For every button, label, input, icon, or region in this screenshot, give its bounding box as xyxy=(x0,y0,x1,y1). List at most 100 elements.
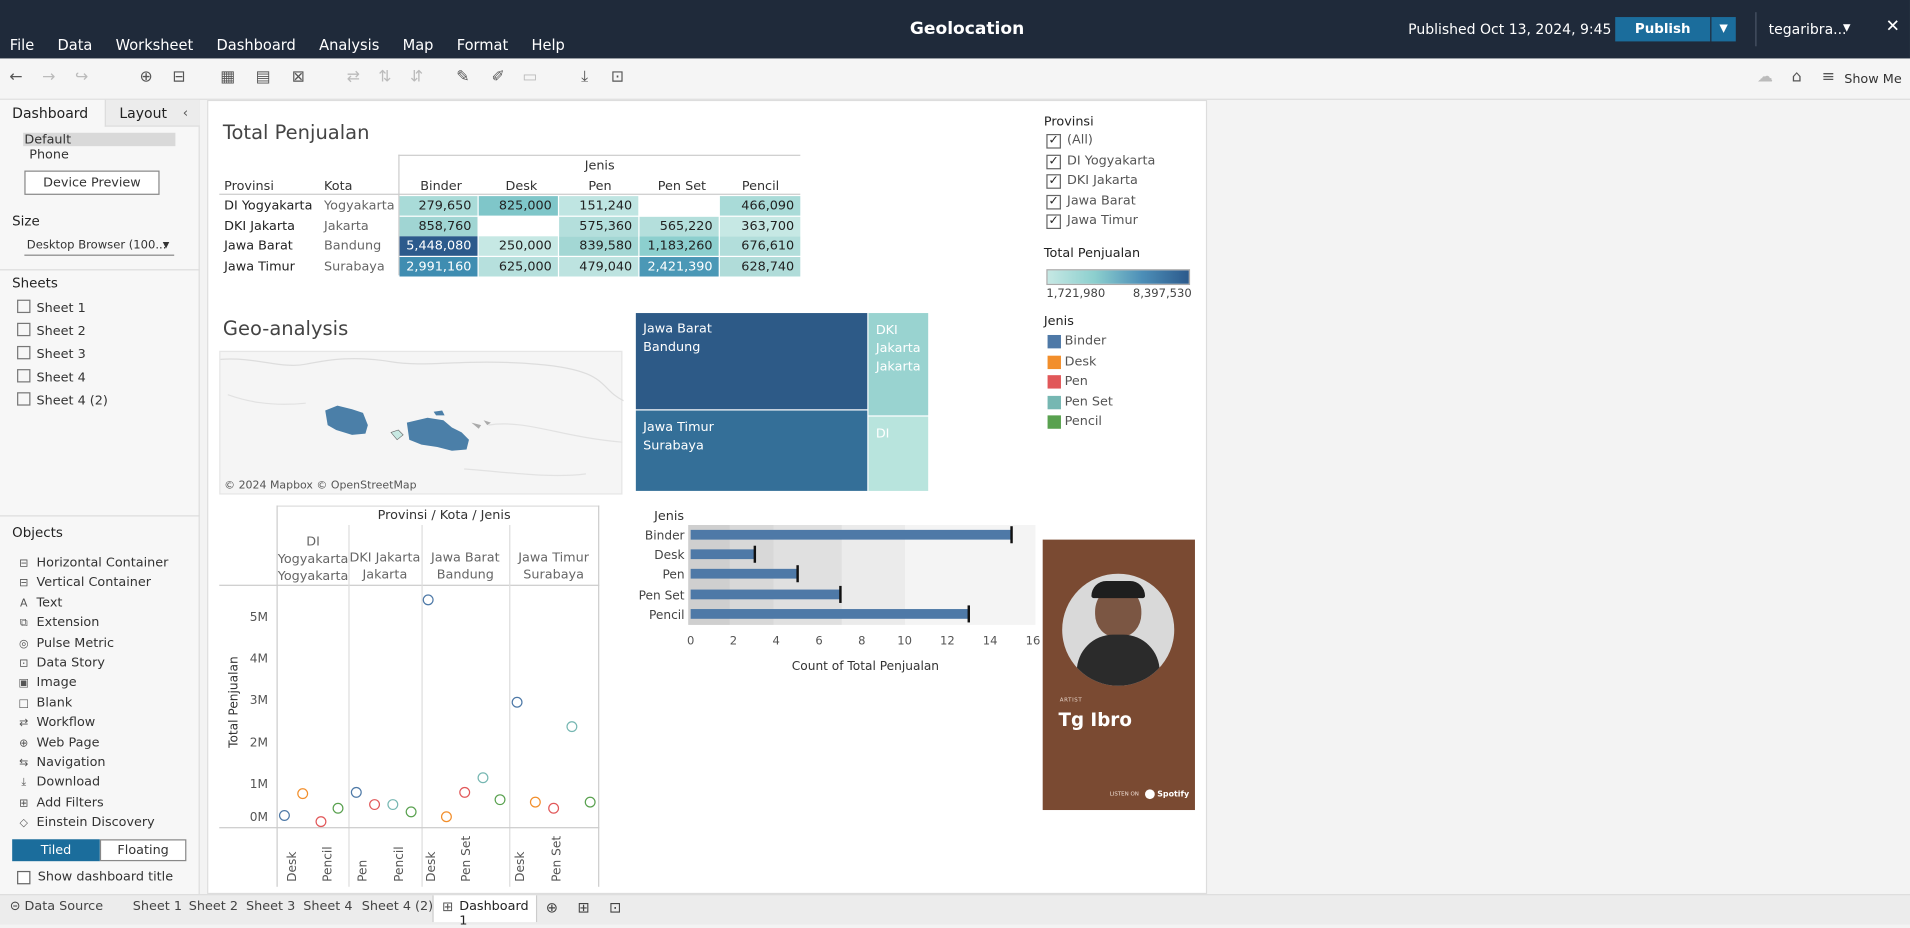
bar[interactable] xyxy=(690,568,798,579)
pause-updates-icon[interactable]: ⊟ xyxy=(168,67,190,89)
table-cell[interactable]: 479,040 xyxy=(559,256,639,276)
format-icon[interactable]: ✐ xyxy=(487,67,509,89)
legend-label[interactable]: Desk xyxy=(1065,354,1097,369)
clear-icon[interactable]: ⊠ xyxy=(287,67,309,89)
scatter-point[interactable] xyxy=(405,806,417,818)
duplicate-icon[interactable]: ▤ xyxy=(252,67,274,89)
filter-checkbox[interactable]: ✓ xyxy=(1046,214,1061,230)
scatter-point[interactable] xyxy=(440,811,452,823)
menu-file[interactable]: File xyxy=(10,37,34,54)
sheet-tab[interactable]: Sheet 3 xyxy=(246,899,295,914)
chevron-down-icon[interactable]: ▼ xyxy=(1843,22,1850,33)
legend-label[interactable]: Pen xyxy=(1065,374,1088,389)
object-item[interactable]: ◎ Pulse Metric xyxy=(17,635,114,650)
size-select[interactable]: Desktop Browser (100... ▼ xyxy=(24,238,175,256)
table-cell[interactable]: 279,650 xyxy=(399,196,478,216)
highlight-icon[interactable]: ✎ xyxy=(452,67,474,89)
table-cell[interactable]: 565,220 xyxy=(639,216,719,236)
table-cell[interactable] xyxy=(478,216,558,236)
user-menu[interactable]: tegaribra... xyxy=(1769,21,1847,38)
filter-checkbox[interactable]: ✓ xyxy=(1046,154,1061,169)
object-item[interactable]: ⧉ Extension xyxy=(17,615,100,630)
data-source-tab[interactable]: ⊝ Data Source xyxy=(10,899,103,914)
floating-button[interactable]: Floating xyxy=(99,839,187,862)
paint-icon[interactable]: ⌂ xyxy=(1786,67,1808,89)
sort-descending-icon[interactable]: ⇵ xyxy=(406,67,428,89)
object-item[interactable]: ⊟ Vertical Container xyxy=(17,575,151,590)
table-cell[interactable]: 628,740 xyxy=(719,256,801,276)
close-icon[interactable]: ✕ xyxy=(1886,17,1900,36)
cloud-icon[interactable]: ☁ xyxy=(1754,67,1776,89)
artist-card[interactable]: ARTIST Tg Ibro LISTEN ON Spotify xyxy=(1042,539,1195,811)
bar[interactable] xyxy=(690,609,969,619)
show-me-button[interactable]: Show Me xyxy=(1844,72,1901,87)
sheet-item[interactable]: Sheet 4 (2) xyxy=(17,392,108,408)
table-cell[interactable]: 625,000 xyxy=(478,256,558,276)
table-cell[interactable]: 575,360 xyxy=(559,216,639,236)
object-item[interactable]: ⤓ Download xyxy=(17,775,100,790)
sheet-item[interactable]: Sheet 4 xyxy=(17,369,86,385)
menu-map[interactable]: Map xyxy=(403,37,434,54)
menu-format[interactable]: Format xyxy=(457,37,509,54)
table-cell[interactable]: 825,000 xyxy=(478,196,558,216)
object-item[interactable]: □ Blank xyxy=(17,695,73,710)
scatter-point[interactable] xyxy=(584,796,596,808)
show-title-checkbox[interactable] xyxy=(17,870,31,885)
table-cell[interactable]: 5,448,080 xyxy=(399,236,478,256)
sheet-tab[interactable]: Sheet 4 (2) xyxy=(362,899,433,914)
scatter-point[interactable] xyxy=(387,799,399,811)
scatter-point[interactable] xyxy=(297,788,309,800)
scatter-point[interactable] xyxy=(477,772,489,784)
object-item[interactable]: ⊕ Web Page xyxy=(17,735,99,750)
sheet-tab[interactable]: Sheet 2 xyxy=(189,899,238,914)
sort-ascending-icon[interactable]: ⇅ xyxy=(374,67,396,89)
publish-dropdown[interactable]: ▼ xyxy=(1711,17,1736,42)
scatter-point[interactable] xyxy=(278,810,290,821)
treemap-cell[interactable]: Jawa Timur Surabaya xyxy=(635,410,868,491)
device-default[interactable]: Default xyxy=(24,133,71,148)
replay-icon[interactable]: ↪ xyxy=(71,67,93,89)
table-cell[interactable]: 250,000 xyxy=(478,236,558,256)
table-cell[interactable] xyxy=(639,196,719,216)
new-dashboard-icon[interactable]: ⊞ xyxy=(577,899,589,916)
scatter-point[interactable] xyxy=(494,794,506,806)
scatter-point[interactable] xyxy=(332,802,344,814)
treemap-cell[interactable]: DI xyxy=(868,416,929,491)
object-item[interactable]: A Text xyxy=(17,595,62,610)
table-cell[interactable]: 1,183,260 xyxy=(639,236,719,256)
undo-icon[interactable]: ← xyxy=(5,67,27,89)
scatter-point[interactable] xyxy=(529,796,541,808)
sheet-tab[interactable]: Sheet 4 xyxy=(303,899,352,914)
fit-icon[interactable]: ▭ xyxy=(519,67,541,89)
redo-icon[interactable]: → xyxy=(38,67,60,89)
device-preview-button[interactable]: Device Preview xyxy=(24,170,160,195)
sheet-item[interactable]: Sheet 1 xyxy=(17,299,86,315)
treemap-cell[interactable]: DKI Jakarta Jakarta xyxy=(868,313,929,416)
tab-layout[interactable]: Layout ‹ xyxy=(104,99,200,127)
menu-worksheet[interactable]: Worksheet xyxy=(116,37,194,54)
scatter-point[interactable] xyxy=(350,786,362,798)
new-worksheet-icon[interactable]: ▦ xyxy=(217,67,239,89)
table-cell[interactable]: 363,700 xyxy=(719,216,801,236)
table-cell[interactable]: 151,240 xyxy=(559,196,639,216)
menu-dashboard[interactable]: Dashboard xyxy=(217,37,296,54)
object-item[interactable]: ⊞ Add Filters xyxy=(17,795,104,810)
object-item[interactable]: ⇆ Navigation xyxy=(17,755,105,770)
table-cell[interactable]: 2,421,390 xyxy=(639,256,719,276)
legend-label[interactable]: Pen Set xyxy=(1065,394,1113,409)
new-story-icon[interactable]: ⊡ xyxy=(609,899,621,916)
table-cell[interactable]: 858,760 xyxy=(399,216,478,236)
treemap-cell[interactable]: Jawa Barat Bandung xyxy=(635,313,868,410)
tab-dashboard[interactable]: Dashboard xyxy=(0,99,105,127)
geo-map[interactable]: © 2024 Mapbox © OpenStreetMap xyxy=(219,350,624,495)
menu-help[interactable]: Help xyxy=(531,37,564,54)
dashboard-tab[interactable]: ⊞ Dashboard 1 xyxy=(432,895,538,928)
publish-button[interactable]: Publish xyxy=(1615,17,1711,42)
menu-analysis[interactable]: Analysis xyxy=(319,37,379,54)
object-item[interactable]: ⊟ Horizontal Container xyxy=(17,555,168,570)
object-item[interactable]: ⊡ Data Story xyxy=(17,655,105,670)
legend-label[interactable]: Pencil xyxy=(1065,414,1102,429)
object-item[interactable]: ◇ Einstein Discovery xyxy=(17,815,155,830)
filter-checkbox[interactable]: ✓ xyxy=(1046,174,1061,189)
bar[interactable] xyxy=(690,529,1012,540)
